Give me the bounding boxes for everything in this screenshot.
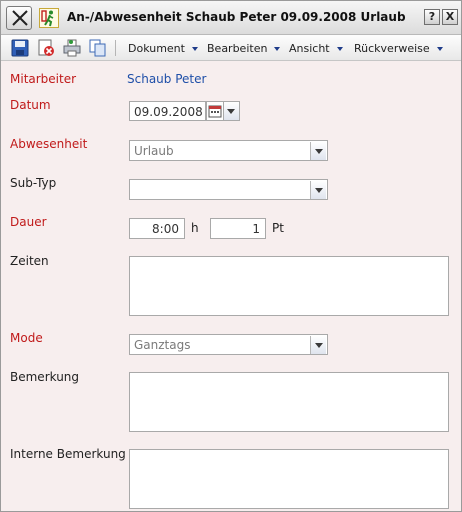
window-close-button[interactable]: X — [442, 9, 458, 25]
menu-dokument-caret-icon — [191, 47, 198, 51]
dauer-hours-value: 8:00 — [152, 222, 179, 236]
menu-rueckverweise[interactable]: Rückverweise — [354, 42, 443, 55]
subtyp-label: Sub-Typ — [10, 176, 57, 190]
datum-label: Datum — [10, 98, 51, 112]
datum-field[interactable]: 09.09.2008 — [129, 101, 206, 121]
datum-value: 09.09.2008 — [134, 105, 203, 119]
print-icon[interactable] — [63, 39, 81, 57]
interne-bemerkung-textarea[interactable] — [129, 449, 449, 509]
dialog-window: An-/Abwesenheit Schaub Peter 09.09.2008 … — [0, 0, 462, 512]
bemerkung-textarea[interactable] — [129, 372, 449, 432]
menu-dokument[interactable]: Dokument — [128, 42, 198, 55]
dauer-points-value: 1 — [252, 222, 260, 236]
mode-value: Ganztags — [134, 338, 191, 352]
close-icon[interactable] — [6, 6, 32, 30]
mode-chevron-down-icon[interactable] — [310, 336, 326, 354]
menu-dokument-label: Dokument — [128, 42, 185, 55]
menu-bearbeiten[interactable]: Bearbeiten — [207, 42, 281, 55]
interne-bemerkung-label: Interne Bemerkung — [10, 447, 126, 461]
mode-select[interactable]: Ganztags — [129, 334, 328, 355]
menu-ansicht[interactable]: Ansicht — [289, 42, 343, 55]
menu-rueckverweise-label: Rückverweise — [354, 42, 430, 55]
menu-bearbeiten-label: Bearbeiten — [207, 42, 268, 55]
dauer-hours-unit: h — [191, 221, 199, 235]
copy-icon[interactable] — [89, 39, 107, 57]
help-button[interactable]: ? — [424, 9, 440, 25]
zeiten-textarea[interactable] — [129, 256, 449, 316]
subtyp-chevron-down-icon[interactable] — [310, 181, 326, 199]
subtyp-select[interactable] — [129, 179, 328, 200]
mitarbeiter-link[interactable]: Schaub Peter — [127, 72, 206, 86]
abwesenheit-label: Abwesenheit — [10, 137, 88, 151]
calendar-icon[interactable] — [206, 101, 224, 121]
abwesenheit-value: Urlaub — [134, 144, 174, 158]
datum-dropdown-button[interactable] — [224, 101, 240, 121]
dauer-points-unit: Pt — [272, 221, 284, 235]
menu-bearbeiten-caret-icon — [274, 47, 281, 51]
mode-label: Mode — [10, 331, 43, 345]
window-title: An-/Abwesenheit Schaub Peter 09.09.2008 … — [67, 10, 406, 24]
zeiten-label: Zeiten — [10, 254, 49, 268]
toolbar: Dokument Bearbeiten Ansicht Rückverweise — [1, 35, 461, 61]
abwesenheit-select[interactable]: Urlaub — [129, 140, 328, 161]
bemerkung-label: Bemerkung — [10, 370, 80, 384]
absence-app-icon — [39, 8, 59, 28]
abwesenheit-chevron-down-icon[interactable] — [310, 142, 326, 160]
title-bar: An-/Abwesenheit Schaub Peter 09.09.2008 … — [1, 1, 461, 35]
dauer-hours-input[interactable]: 8:00 — [129, 218, 185, 239]
toolbar-separator — [115, 40, 116, 56]
mitarbeiter-label: Mitarbeiter — [10, 72, 77, 86]
menu-ansicht-caret-icon — [336, 47, 343, 51]
menu-ansicht-label: Ansicht — [289, 42, 330, 55]
save-icon[interactable] — [11, 39, 29, 57]
delete-icon[interactable] — [37, 39, 55, 57]
menu-rueckverweise-caret-icon — [436, 47, 443, 51]
dauer-label: Dauer — [10, 215, 47, 229]
dauer-points-input[interactable]: 1 — [210, 218, 266, 239]
